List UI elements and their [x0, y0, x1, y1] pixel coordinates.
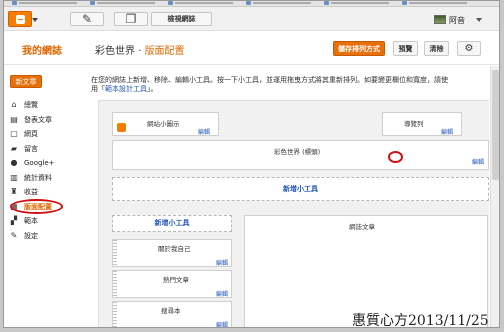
- stats-icon: ▥: [10, 172, 18, 182]
- home-icon: ⌂: [11, 100, 17, 109]
- preview-button[interactable]: 預覽: [393, 41, 418, 56]
- add-gadget-button[interactable]: 新增小工具: [112, 177, 489, 201]
- scrollbar[interactable]: [490, 66, 499, 327]
- bookmark-item[interactable]: [168, 1, 238, 6]
- drag-handle[interactable]: [113, 302, 117, 327]
- blogger-logo-icon: [16, 15, 25, 24]
- chevron-down-icon: [476, 18, 482, 22]
- annotation-circle: [388, 151, 403, 163]
- new-post-button[interactable]: 新文章: [10, 75, 42, 88]
- bookmark-item[interactable]: [246, 1, 316, 6]
- left-sidebar: 新文章 ⌂ 總覽 ▤ 發表文章 ▢ 網頁 ▰ 留言 ● Google+ ▥ 統計…: [4, 66, 84, 327]
- settings-button[interactable]: ⚙: [457, 41, 481, 56]
- template-designer-link[interactable]: 範本設計工具: [105, 85, 147, 93]
- drag-handle[interactable]: [113, 271, 117, 297]
- my-blogs-link[interactable]: 我的網誌: [22, 42, 62, 57]
- user-account-menu[interactable]: 阿音: [434, 14, 494, 26]
- bookmark-item[interactable]: [90, 1, 160, 6]
- user-name: 阿音: [449, 16, 465, 25]
- sidebar-item-label: 範本: [24, 217, 38, 225]
- pencil-icon: ✎: [81, 12, 93, 26]
- sidebar-item-pages[interactable]: ▢ 網頁: [8, 127, 82, 142]
- sidebar-item-layout[interactable]: ▦ 版面配置: [8, 198, 82, 215]
- sidebar-item-label: Google+: [24, 159, 55, 167]
- sidebar-item-label: 網頁: [24, 130, 38, 138]
- gadget-title: 熱門文章: [163, 276, 189, 284]
- sidebar-item-overview[interactable]: ⌂ 總覽: [8, 98, 82, 113]
- gadget-title: 網誌文章: [349, 223, 375, 231]
- clear-button[interactable]: 清除: [424, 41, 449, 56]
- sidebar-item-stats[interactable]: ▥ 統計資料: [8, 171, 82, 186]
- scrollbar-thumb[interactable]: [492, 70, 499, 180]
- breadcrumb-separator: ·: [138, 46, 142, 57]
- favicon-gadget[interactable]: 網站小圖示 編輯: [112, 112, 219, 136]
- save-arrangement-button[interactable]: 儲存排列方式: [333, 41, 385, 56]
- sidebar-item-posts[interactable]: ▤ 發表文章: [8, 113, 82, 128]
- gadget-title: 關於我自己: [158, 245, 191, 253]
- view-blog-button[interactable]: 檢視網誌: [151, 12, 212, 26]
- page-header: 我的網誌 彩色世界 · 版面配置 儲存排列方式 預覽 清除 ⚙: [4, 32, 499, 65]
- blogger-favicon-icon: [117, 123, 126, 132]
- add-gadget-button[interactable]: 新增小工具: [112, 215, 232, 232]
- template-icon: ▞: [10, 216, 18, 225]
- posts-icon: ▤: [10, 114, 18, 124]
- blogger-menu-button[interactable]: [8, 11, 38, 27]
- annotation-circle: [10, 198, 63, 214]
- sidebar-item-google-plus[interactable]: ● Google+: [8, 156, 82, 171]
- sidebar-item-comments[interactable]: ▰ 留言: [8, 142, 82, 157]
- avatar: [434, 15, 446, 24]
- bookmark-item[interactable]: [324, 1, 394, 6]
- edit-link[interactable]: 編輯: [216, 258, 228, 267]
- page-title: 版面配置: [144, 46, 185, 57]
- sidebar-item-label: 總覽: [24, 101, 38, 109]
- layout-description: 在您的網誌上新增、移除、編輯小工具。按一下小工具，並運用拖曳方式將其重新排列。如…: [91, 76, 451, 94]
- edit-link[interactable]: 編輯: [472, 157, 484, 166]
- sidebar-item-label: 設定: [24, 231, 38, 240]
- navbar-gadget[interactable]: 導覽列 編輯: [382, 112, 462, 136]
- comments-icon: ▰: [10, 143, 18, 153]
- pages-icon: ▢: [10, 129, 18, 138]
- drag-handle[interactable]: [113, 240, 117, 266]
- bookmark-item[interactable]: [12, 1, 82, 6]
- blog-name[interactable]: 彩色世界: [95, 46, 135, 57]
- sidebar-item-settings[interactable]: ✎ 設定: [8, 229, 82, 244]
- watermark-text: 惠質心方2013/11/25: [352, 313, 489, 329]
- gadget-title: 網站小圖示: [147, 120, 180, 128]
- edit-link[interactable]: 編輯: [441, 127, 453, 136]
- settings-wrench-icon: ✎: [10, 230, 18, 240]
- bookmark-item[interactable]: [402, 1, 472, 6]
- sidebar-nav: ⌂ 總覽 ▤ 發表文章 ▢ 網頁 ▰ 留言 ● Google+ ▥ 統計資料 ♜…: [8, 98, 82, 243]
- view-pages-button[interactable]: ❐: [114, 12, 148, 26]
- about-me-gadget[interactable]: 關於我自己 編輯: [112, 239, 232, 267]
- edit-link[interactable]: 編輯: [216, 320, 228, 327]
- gadget-title: 導覽列: [404, 120, 424, 128]
- new-post-pencil-button[interactable]: ✎: [70, 12, 104, 26]
- popular-posts-gadget[interactable]: 熱門文章 編輯: [112, 270, 232, 298]
- sidebar-item-label: 留言: [24, 144, 38, 153]
- sidebar-item-label: 統計資料: [24, 173, 52, 182]
- browser-window: ✎ ❐ 檢視網誌 阿音 我的網誌 彩色世界 · 版面配置 儲存排列方式 預覽 清…: [3, 0, 500, 328]
- edit-link[interactable]: 編輯: [198, 127, 210, 136]
- layout-canvas: 網站小圖示 編輯 導覽列 編輯 彩色世界 (標頭) 編輯 新增小工具 新增小工具…: [98, 100, 489, 327]
- google-plus-icon: ●: [10, 158, 18, 167]
- chevron-down-icon: [32, 18, 38, 22]
- gear-icon: ⚙: [464, 43, 474, 54]
- sidebar-item-label: 發表文章: [24, 115, 52, 124]
- earnings-icon: ♜: [10, 187, 18, 196]
- gadget-title: 彩色世界 (標頭): [274, 148, 321, 156]
- description-end: 」。: [147, 85, 158, 93]
- header-gadget[interactable]: 彩色世界 (標頭) 編輯: [112, 140, 489, 170]
- search-gadget[interactable]: 搜尋本 編輯: [112, 301, 232, 327]
- blogger-top-bar: ✎ ❐ 檢視網誌 阿音: [4, 7, 499, 31]
- sidebar-item-earnings[interactable]: ♜ 收益: [8, 185, 82, 200]
- breadcrumb: 彩色世界 · 版面配置: [95, 42, 185, 57]
- pages-icon: ❐: [125, 12, 137, 26]
- gadget-title: 搜尋本: [161, 307, 181, 315]
- sidebar-item-label: 收益: [24, 188, 38, 196]
- edit-link[interactable]: 編輯: [216, 289, 228, 298]
- sidebar-item-template[interactable]: ▞ 範本: [8, 214, 82, 229]
- layout-main: 在您的網誌上新增、移除、編輯小工具。按一下小工具，並運用拖曳方式將其重新排列。如…: [84, 66, 489, 327]
